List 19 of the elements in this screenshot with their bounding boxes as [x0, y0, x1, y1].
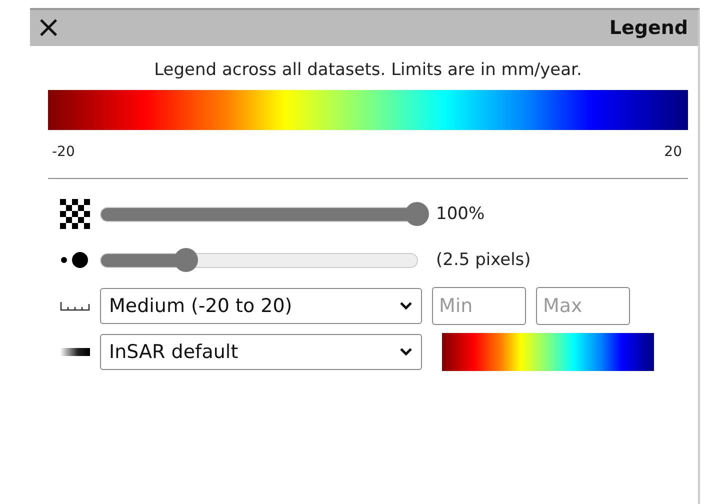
panel-title: Legend	[609, 17, 688, 39]
slider-thumb[interactable]	[405, 202, 429, 226]
legend-description: Legend across all datasets. Limits are in mm/year.	[153, 60, 583, 80]
point-size-reading: (2.5 pixels)	[436, 250, 531, 270]
gradient-icon	[60, 348, 90, 356]
chevron-icon	[399, 347, 413, 357]
colormap-dropdown[interactable]: InSAR default	[100, 334, 422, 370]
checkerboard-icon	[60, 199, 90, 229]
max-field[interactable]: Max	[536, 287, 630, 325]
opacity-reading: 100%	[436, 204, 485, 224]
colorbar-max-label: 20	[664, 144, 682, 160]
colorbar-min-label: -20	[52, 144, 75, 160]
ruler-icon	[60, 301, 90, 311]
range-dropdown[interactable]: Medium (-20 to 20)	[100, 288, 422, 324]
slider-thumb[interactable]	[174, 248, 198, 272]
close-button[interactable]: ×	[36, 13, 62, 43]
min-field[interactable]: Min	[432, 287, 526, 325]
dot-size-icon	[60, 249, 90, 271]
chevron-icon	[399, 301, 413, 311]
